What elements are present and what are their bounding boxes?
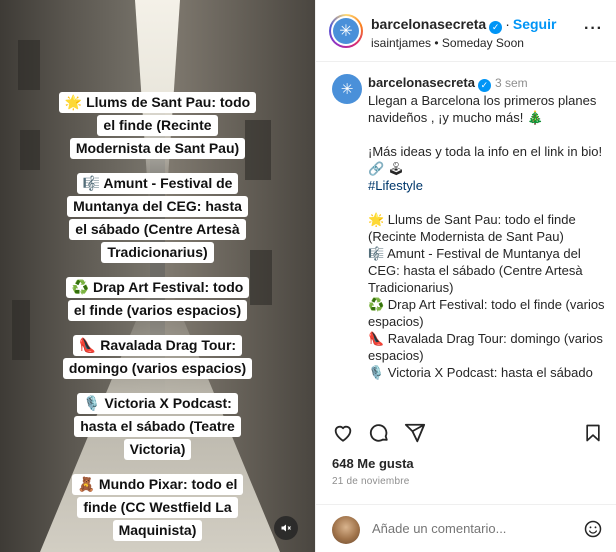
overlay-event-item: 🌟 Llums de Sant Pau: todo el finde (Recin… (58, 92, 257, 161)
event-list-overlay: 🌟 Llums de Sant Pau: todo el finde (Recin… (0, 92, 315, 552)
header-title-line: barcelonasecreta ✓ · Seguir (371, 16, 556, 34)
caption-body: barcelonasecreta ✓ 3 sem Llegan a Barcelon… (368, 74, 608, 384)
overlay-event-item: 🎼 Amunt - Festival de Muntanya del CEG: h… (67, 173, 248, 265)
post-panel: ✳ barcelonasecreta ✓ · Seguir isaintjames •… (315, 0, 616, 552)
comment-bar (316, 504, 616, 552)
overlay-event-line: finde (CC Westfield La (77, 497, 238, 518)
overlay-event-line: domingo (varios espacios) (62, 358, 253, 379)
bookmark-icon (586, 424, 600, 442)
overlay-event-line: 🌟 Llums de Sant Pau: todo (58, 92, 257, 113)
caption-event-item: 🎼 Amunt - Festival de Muntanya del CEG: … (368, 246, 583, 295)
caption-event-item: 🌟 Llums de Sant Pau: todo el finde (Reci… (368, 212, 576, 244)
overlay-event-line: 🎙️ Victoria X Podcast: (77, 393, 238, 414)
comment-button[interactable] (366, 420, 392, 446)
overlay-event-item: ♻️ Drap Art Festival: todo el finde (vari… (65, 277, 250, 323)
action-bar (316, 420, 616, 450)
overlay-event-line: hasta el sábado (Teatre (74, 416, 241, 437)
comment-input[interactable] (372, 521, 572, 536)
story-ring[interactable]: ✳ (329, 14, 363, 48)
verified-icon: ✓ (477, 79, 491, 92)
like-button[interactable] (330, 420, 356, 446)
overlay-event-item: 👠 Ravalada Drag Tour: domingo (varios esp… (62, 335, 253, 381)
caption-intro: Llegan a Barcelona los primeros planes n… (368, 93, 597, 125)
caption-username[interactable]: barcelonasecreta (368, 75, 475, 90)
caption-event-item: 🎙️ Victoria X Podcast: hasta el sábado (… (368, 365, 593, 384)
caption-area[interactable]: ✳ barcelonasecreta ✓ 3 sem Llegan a Barcel… (316, 62, 616, 384)
username-link[interactable]: barcelonasecreta (371, 16, 486, 32)
overlay-event-line: Muntanya del CEG: hasta (67, 196, 248, 217)
audio-attribution[interactable]: isaintjames • Someday Soon (371, 36, 524, 50)
caption-event-list: 🌟 Llums de Sant Pau: todo el finde (Reci… (368, 211, 608, 384)
overlay-event-line: el sábado (Centre Artesà (69, 219, 246, 240)
post-date[interactable]: 21 de noviembre (332, 476, 410, 487)
avatar[interactable]: ✳ (333, 18, 359, 44)
emoji-icon[interactable] (583, 519, 603, 539)
comment-icon (369, 424, 388, 442)
overlay-event-line: 👠 Ravalada Drag Tour: (72, 335, 243, 356)
overlay-event-line: Modernista de Sant Pau) (69, 138, 246, 159)
share-button[interactable] (402, 420, 428, 446)
overlay-event-line: ♻️ Drap Art Festival: todo (65, 277, 250, 298)
mute-button[interactable] (274, 516, 298, 540)
overlay-event-item: 🎙️ Victoria X Podcast: hasta el sábado (T… (74, 393, 241, 462)
overlay-event-line: el finde (varios espacios) (67, 300, 248, 321)
post-header: ✳ barcelonasecreta ✓ · Seguir isaintjames •… (316, 0, 616, 62)
heart-icon (334, 425, 352, 442)
caption-event-item: ♻️ Drap Art Festival: todo el finde (var… (368, 297, 605, 329)
window (18, 40, 40, 90)
overlay-event-line: Victoria) (123, 439, 192, 460)
overlay-event-line: 🎼 Amunt - Festival de (76, 173, 239, 194)
overlay-event-line: 🧸 Mundo Pixar: todo el (71, 474, 244, 495)
likes-count[interactable]: 648 Me gusta (332, 456, 414, 471)
follow-button[interactable]: Seguir (513, 16, 557, 32)
post-media[interactable]: 🌟 Llums de Sant Pau: todo el finde (Recin… (0, 0, 315, 552)
hashtag-link[interactable]: #Lifestyle (368, 177, 608, 194)
more-icon[interactable]: ··· (584, 20, 603, 38)
caption-event-item: 👠 Ravalada Drag Tour: domingo (varios es… (368, 331, 603, 363)
avatar[interactable]: ✳ (332, 74, 362, 104)
separator-dot: · (505, 16, 510, 32)
avatar (332, 516, 360, 544)
caption-more-info: ¡Más ideas y toda la info en el link in … (368, 144, 603, 176)
overlay-event-item: 🧸 Mundo Pixar: todo el finde (CC Westfiel… (71, 474, 244, 543)
overlay-event-line: Tradicionarius) (101, 242, 214, 263)
share-icon (404, 423, 426, 443)
overlay-event-line: el finde (Recinte (97, 115, 218, 136)
verified-icon: ✓ (489, 21, 503, 34)
post-time[interactable]: 3 sem (495, 76, 528, 90)
overlay-event-line: Maquinista) (112, 520, 203, 541)
mute-icon (281, 524, 291, 532)
save-button[interactable] (580, 420, 606, 446)
